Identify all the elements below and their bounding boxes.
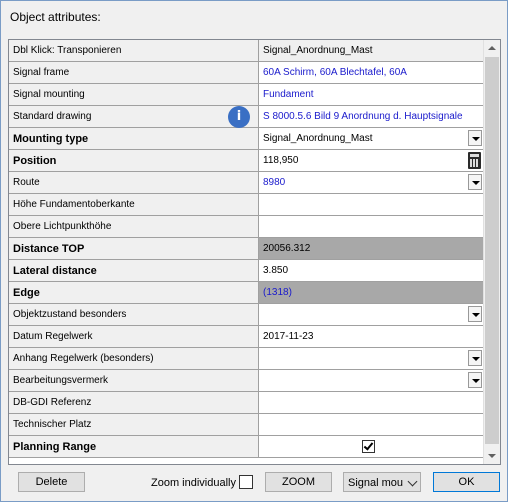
attribute-row[interactable]: Bearbeitungsvermerk xyxy=(9,369,484,392)
attribute-row[interactable]: Obere Lichtpunkthöhe xyxy=(9,215,484,238)
attribute-value: 20056.312 xyxy=(258,237,484,260)
zoom-individually-checkbox[interactable] xyxy=(239,475,253,489)
attribute-value[interactable]: 3.850 xyxy=(258,259,484,282)
dropdown-arrow-icon[interactable] xyxy=(468,306,482,322)
attribute-label: Signal mounting xyxy=(9,83,259,106)
attribute-label: Lateral distance xyxy=(9,259,259,282)
attribute-label: Anhang Regelwerk (besonders) xyxy=(9,347,259,370)
attribute-row[interactable]: Datum Regelwerk 2017-11-23 xyxy=(9,325,484,348)
dropdown-arrow-icon[interactable] xyxy=(468,372,482,388)
attribute-row[interactable]: Lateral distance 3.850 xyxy=(9,259,484,282)
attribute-label: Distance TOP xyxy=(9,237,259,260)
dialog-title: Object attributes: xyxy=(10,10,101,24)
attribute-value-text: Fundament xyxy=(263,89,314,100)
attribute-row[interactable]: Route 8980 xyxy=(9,171,484,194)
attribute-value[interactable] xyxy=(258,193,484,216)
scroll-thumb[interactable] xyxy=(485,57,499,444)
attribute-label: Standard drawing xyxy=(9,105,259,128)
attribute-value[interactable] xyxy=(258,369,484,392)
attribute-value-text: 2017-11-23 xyxy=(263,331,314,342)
attribute-label: Obere Lichtpunkthöhe xyxy=(9,215,259,238)
attribute-value-text: 8980 xyxy=(263,177,286,188)
delete-button[interactable]: Delete xyxy=(18,472,85,492)
dropdown-arrow-icon[interactable] xyxy=(468,350,482,366)
object-attributes-dialog: Object attributes: Dbl Klick: Transponie… xyxy=(0,0,508,502)
attribute-row[interactable]: Signal mounting Fundament xyxy=(9,83,484,106)
attribute-value-text: 20056.312 xyxy=(263,243,311,254)
attribute-row[interactable]: Edge (1318) xyxy=(9,281,484,304)
attribute-label: Signal frame xyxy=(9,61,259,84)
attribute-row[interactable]: DB-GDI Referenz xyxy=(9,391,484,414)
attribute-row[interactable]: Technischer Platz xyxy=(9,413,484,436)
zoom-button[interactable]: ZOOM xyxy=(265,472,332,492)
vertical-scrollbar[interactable] xyxy=(483,40,500,464)
attribute-value-text: 60A Schirm, 60A Blechtafel, 60A xyxy=(263,67,407,78)
chevron-down-icon xyxy=(407,476,418,487)
attribute-label: Mounting type xyxy=(9,127,259,150)
attribute-label: Route xyxy=(9,171,259,194)
attribute-label: Bearbeitungsvermerk xyxy=(9,369,259,392)
attribute-value[interactable] xyxy=(258,413,484,436)
signal-type-select-value: Signal mou xyxy=(348,477,404,489)
attribute-label: Planning Range xyxy=(9,435,259,458)
attribute-value-text: 118,950 xyxy=(263,155,299,166)
grid-header-row[interactable]: Dbl Klick: Transponieren Signal_Anordnun… xyxy=(9,40,484,62)
attribute-label: Objektzustand besonders xyxy=(9,303,259,326)
attribute-value[interactable]: 118,950 xyxy=(258,149,484,172)
attribute-label: Höhe Fundamentoberkante xyxy=(9,193,259,216)
attribute-value-text: Signal_Anordnung_Mast xyxy=(263,133,373,144)
attribute-value[interactable]: 2017-11-23 xyxy=(258,325,484,348)
scroll-up-arrow-icon[interactable] xyxy=(484,40,500,56)
attribute-value-text: 3.850 xyxy=(263,265,289,276)
attribute-label: Technischer Platz xyxy=(9,413,259,436)
attribute-label: Position xyxy=(9,149,259,172)
attribute-row[interactable]: Mounting type Signal_Anordnung_Mast xyxy=(9,127,484,150)
attribute-grid[interactable]: Dbl Klick: Transponieren Signal_Anordnun… xyxy=(8,39,501,465)
attribute-label: Edge xyxy=(9,281,259,304)
header-label: Dbl Klick: Transponieren xyxy=(9,40,259,62)
footer-bar: Delete Zoom individually ZOOM Signal mou… xyxy=(1,471,507,495)
planning-range-checkbox[interactable] xyxy=(362,440,375,453)
attribute-row[interactable]: Objektzustand besonders xyxy=(9,303,484,326)
attribute-label: Datum Regelwerk xyxy=(9,325,259,348)
ok-button[interactable]: OK xyxy=(433,472,500,492)
attribute-label: DB-GDI Referenz xyxy=(9,391,259,414)
attribute-value[interactable]: 60A Schirm, 60A Blechtafel, 60A xyxy=(258,61,484,84)
attribute-value[interactable]: Signal_Anordnung_Mast xyxy=(258,127,484,150)
info-icon[interactable]: i xyxy=(228,106,250,128)
signal-type-select[interactable]: Signal mou xyxy=(343,472,421,492)
dropdown-arrow-icon[interactable] xyxy=(468,174,482,190)
attribute-value[interactable] xyxy=(258,347,484,370)
attribute-row[interactable]: Signal frame 60A Schirm, 60A Blechtafel, … xyxy=(9,61,484,84)
scroll-down-arrow-icon[interactable] xyxy=(484,448,500,464)
calculator-icon[interactable] xyxy=(468,152,481,169)
attribute-value[interactable] xyxy=(258,303,484,326)
header-value: Signal_Anordnung_Mast xyxy=(258,40,484,62)
dropdown-arrow-icon[interactable] xyxy=(468,130,482,146)
attribute-row[interactable]: Position 118,950 xyxy=(9,149,484,172)
attribute-value[interactable]: 8980 xyxy=(258,171,484,194)
attribute-value[interactable] xyxy=(258,391,484,414)
attribute-value-text: (1318) xyxy=(263,287,292,298)
attribute-table: Dbl Klick: Transponieren Signal_Anordnun… xyxy=(9,40,484,458)
attribute-value[interactable] xyxy=(258,435,484,458)
attribute-value[interactable]: Fundament xyxy=(258,83,484,106)
attribute-value[interactable]: S 8000.5.6 Bild 9 Anordnung d. Hauptsign… xyxy=(258,105,484,128)
zoom-individually-label: Zoom individually xyxy=(151,477,236,489)
attribute-row[interactable]: Distance TOP 20056.312 xyxy=(9,237,484,260)
attribute-value[interactable] xyxy=(258,215,484,238)
attribute-row[interactable]: Planning Range xyxy=(9,435,484,458)
attribute-value: (1318) xyxy=(258,281,484,304)
attribute-value-text: S 8000.5.6 Bild 9 Anordnung d. Hauptsign… xyxy=(263,111,463,122)
attribute-row[interactable]: Anhang Regelwerk (besonders) xyxy=(9,347,484,370)
attribute-row[interactable]: Höhe Fundamentoberkante xyxy=(9,193,484,216)
